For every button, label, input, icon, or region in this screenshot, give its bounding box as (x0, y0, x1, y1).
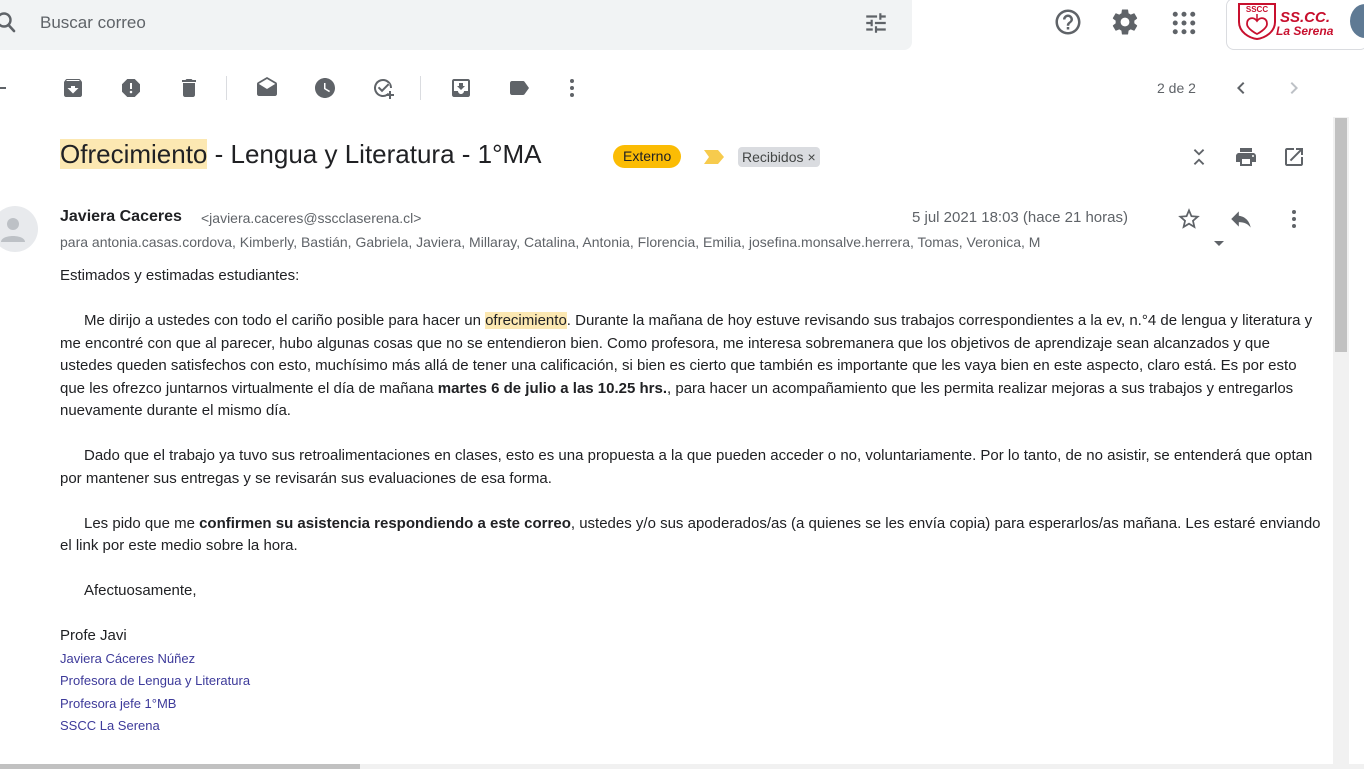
paragraph-2: Dado que el trabajo ya tuvo sus retroali… (60, 447, 1313, 487)
search-icon[interactable] (0, 11, 20, 35)
logo-badge-text: SSCC (1246, 5, 1268, 14)
horizontal-scrollbar-thumb[interactable] (0, 764, 360, 769)
subject-text: - Lengua y Literatura - 1°MA (207, 139, 542, 169)
reply-icon[interactable] (1228, 206, 1254, 232)
paragraph-3: Les pido que me confirmen su asistencia … (60, 513, 1322, 558)
star-icon[interactable] (1176, 206, 1202, 232)
more-options-icon[interactable] (560, 76, 584, 100)
signature-line: Profesora jefe 1°MB (60, 695, 177, 711)
paragraph-1-text: Me dirijo a ustedes con todo el cariño p… (84, 312, 486, 329)
mark-unread-icon[interactable] (255, 76, 279, 100)
apps-grid-icon[interactable] (1169, 8, 1199, 38)
label-tag-icon[interactable] (507, 76, 531, 100)
snooze-clock-icon[interactable] (313, 76, 337, 100)
vertical-scrollbar-thumb[interactable] (1335, 118, 1347, 352)
report-spam-icon[interactable] (119, 76, 143, 100)
add-task-icon[interactable] (371, 76, 395, 100)
message-body: Estimados y estimadas estudiantes: Me di… (60, 265, 1322, 738)
open-in-new-window-icon[interactable] (1282, 145, 1306, 169)
label-chip-text: Recibidos (742, 149, 804, 165)
paragraph-1: Me dirijo a ustedes con todo el cariño p… (60, 310, 1322, 423)
body-search-highlight: ofrecimiento (485, 312, 567, 329)
email-date: 5 jul 2021 18:03 (hace 21 horas) (912, 209, 1128, 226)
show-details-dropdown-icon[interactable] (1212, 236, 1226, 250)
label-chip-inbox[interactable]: Recibidos × (738, 147, 820, 167)
remove-label-icon[interactable]: × (807, 149, 815, 165)
signature-line: Javiera Cáceres Núñez (60, 650, 196, 666)
help-icon[interactable] (1053, 7, 1083, 37)
logo-text-sub: La Serena (1276, 24, 1334, 38)
school-logo-seal: SSCC (1238, 3, 1276, 40)
message-more-options-icon[interactable] (1282, 206, 1306, 232)
sender-email: <javiera.caceres@sscclaserena.cl> (201, 210, 422, 226)
toolbar-divider (226, 76, 227, 100)
toolbar-divider (420, 76, 421, 100)
older-chevron-right-icon[interactable] (1282, 76, 1306, 100)
sender-name[interactable]: Javiera Caceres (60, 208, 182, 226)
collapse-all-icon[interactable] (1188, 145, 1210, 169)
sender-avatar[interactable] (0, 206, 38, 252)
greeting: Estimados y estimadas estudiantes: (60, 267, 300, 284)
confirm-request: confirmen su asistencia respondiendo a e… (199, 514, 571, 532)
recipients-list: para antonia.casas.cordova, Kimberly, Ba… (60, 234, 1041, 250)
settings-gear-icon[interactable] (1110, 7, 1140, 37)
archive-icon[interactable] (61, 76, 85, 100)
print-icon[interactable] (1234, 145, 1258, 169)
newer-chevron-left-icon[interactable] (1229, 76, 1253, 100)
signature-line: SSCC La Serena (60, 718, 160, 733)
meeting-datetime: martes 6 de julio a las 10.25 hrs. (437, 379, 668, 397)
delete-trash-icon[interactable] (177, 76, 201, 100)
subject-search-highlight: Ofrecimiento (60, 139, 208, 169)
signature-line: Profesora de Lengua y Literatura (60, 673, 251, 688)
person-icon (1, 218, 25, 242)
search-input[interactable] (40, 10, 540, 36)
move-to-inbox-icon[interactable] (449, 76, 473, 100)
back-arrow-icon[interactable] (0, 76, 10, 100)
paragraph-3-text: Les pido que me (84, 514, 200, 532)
email-subject: Ofrecimiento - Lengua y Literatura - 1°M… (60, 139, 542, 170)
external-badge: Externo (613, 145, 682, 168)
signature-name: Profe Javi (60, 627, 127, 644)
closing: Afectuosamente, (84, 582, 197, 599)
search-options-icon[interactable] (863, 10, 889, 36)
page-count: 2 de 2 (1157, 80, 1196, 96)
important-marker-icon[interactable] (703, 149, 725, 165)
